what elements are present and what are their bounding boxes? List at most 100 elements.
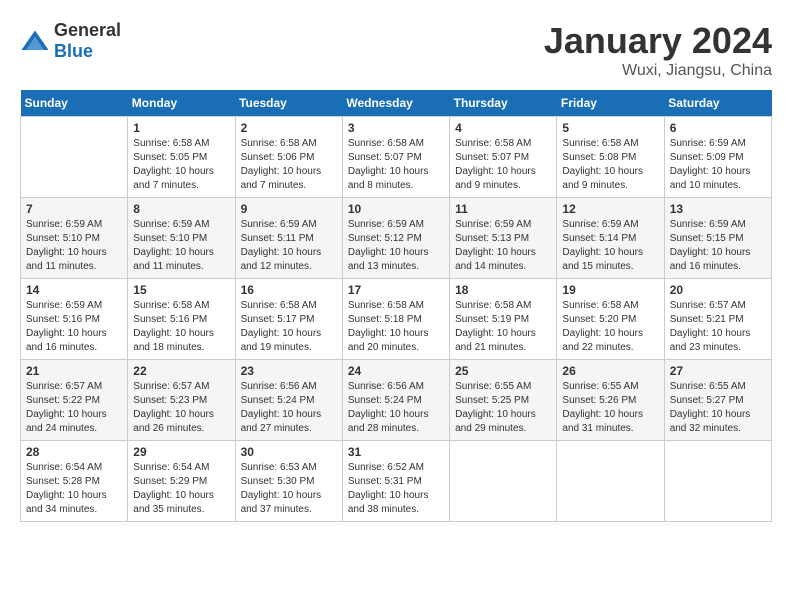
title-block: January 2024 Wuxi, Jiangsu, China [544,20,772,80]
day-info: Sunrise: 6:58 AMSunset: 5:16 PMDaylight:… [133,299,229,355]
day-info: Sunrise: 6:57 AMSunset: 5:21 PMDaylight:… [670,299,766,355]
day-info: Sunrise: 6:59 AMSunset: 5:11 PMDaylight:… [241,218,337,274]
logo-general: General [54,20,121,40]
table-row: 2Sunrise: 6:58 AMSunset: 5:06 PMDaylight… [235,117,342,198]
day-info: Sunrise: 6:56 AMSunset: 5:24 PMDaylight:… [348,380,444,436]
day-info: Sunrise: 6:58 AMSunset: 5:07 PMDaylight:… [348,137,444,193]
day-info: Sunrise: 6:59 AMSunset: 5:13 PMDaylight:… [455,218,551,274]
day-info: Sunrise: 6:55 AMSunset: 5:26 PMDaylight:… [562,380,658,436]
table-row: 27 Sunrise: 6:55 AMSunset: 5:27 PMDayligh… [664,360,771,441]
day-number: 22 [133,364,229,378]
day-number: 1 [133,121,229,135]
day-info: Sunrise: 6:54 AMSunset: 5:28 PMDaylight:… [26,461,122,517]
table-row: 25 Sunrise: 6:55 AMSunset: 5:25 PMDayligh… [450,360,557,441]
table-row [450,441,557,522]
location: Wuxi, Jiangsu, China [544,62,772,80]
day-number: 17 [348,283,444,297]
day-info: Sunrise: 6:58 AMSunset: 5:19 PMDaylight:… [455,299,551,355]
day-number: 24 [348,364,444,378]
calendar-table: Sunday Monday Tuesday Wednesday Thursday… [20,90,772,522]
col-sunday: Sunday [21,90,128,117]
day-number: 27 [670,364,766,378]
day-number: 5 [562,121,658,135]
calendar-header-row: Sunday Monday Tuesday Wednesday Thursday… [21,90,772,117]
day-number: 26 [562,364,658,378]
col-friday: Friday [557,90,664,117]
table-row: 14 Sunrise: 6:59 AMSunset: 5:16 PMDayligh… [21,279,128,360]
day-number: 6 [670,121,766,135]
table-row: 11 Sunrise: 6:59 AMSunset: 5:13 PMDayligh… [450,198,557,279]
day-number: 12 [562,202,658,216]
day-info: Sunrise: 6:59 AMSunset: 5:12 PMDaylight:… [348,218,444,274]
col-saturday: Saturday [664,90,771,117]
col-thursday: Thursday [450,90,557,117]
day-number: 15 [133,283,229,297]
page-header: General Blue January 2024 Wuxi, Jiangsu,… [20,20,772,80]
calendar-week-row: 14 Sunrise: 6:59 AMSunset: 5:16 PMDayligh… [21,279,772,360]
table-row: 23Sunrise: 6:56 AMSunset: 5:24 PMDayligh… [235,360,342,441]
table-row: 22 Sunrise: 6:57 AMSunset: 5:23 PMDayligh… [128,360,235,441]
table-row: 30Sunrise: 6:53 AMSunset: 5:30 PMDayligh… [235,441,342,522]
table-row: 1 Sunrise: 6:58 AMSunset: 5:05 PMDaylight… [128,117,235,198]
table-row: 31Sunrise: 6:52 AMSunset: 5:31 PMDayligh… [342,441,449,522]
table-row [21,117,128,198]
day-info: Sunrise: 6:55 AMSunset: 5:25 PMDaylight:… [455,380,551,436]
day-number: 21 [26,364,122,378]
col-tuesday: Tuesday [235,90,342,117]
day-info: Sunrise: 6:58 AMSunset: 5:05 PMDaylight:… [133,137,229,193]
day-info: Sunrise: 6:57 AMSunset: 5:23 PMDaylight:… [133,380,229,436]
logo-text: General Blue [54,20,121,62]
table-row: 26 Sunrise: 6:55 AMSunset: 5:26 PMDayligh… [557,360,664,441]
day-number: 31 [348,445,444,459]
table-row [664,441,771,522]
day-info: Sunrise: 6:53 AMSunset: 5:30 PMDaylight:… [241,461,337,517]
day-info: Sunrise: 6:58 AMSunset: 5:08 PMDaylight:… [562,137,658,193]
day-number: 16 [241,283,337,297]
table-row: 19Sunrise: 6:58 AMSunset: 5:20 PMDayligh… [557,279,664,360]
day-info: Sunrise: 6:59 AMSunset: 5:10 PMDaylight:… [26,218,122,274]
day-info: Sunrise: 6:54 AMSunset: 5:29 PMDaylight:… [133,461,229,517]
table-row: 13Sunrise: 6:59 AMSunset: 5:15 PMDayligh… [664,198,771,279]
day-number: 9 [241,202,337,216]
table-row: 5 Sunrise: 6:58 AMSunset: 5:08 PMDaylight… [557,117,664,198]
day-number: 14 [26,283,122,297]
day-number: 10 [348,202,444,216]
table-row: 15 Sunrise: 6:58 AMSunset: 5:16 PMDayligh… [128,279,235,360]
table-row: 28 Sunrise: 6:54 AMSunset: 5:28 PMDayligh… [21,441,128,522]
calendar-week-row: 28 Sunrise: 6:54 AMSunset: 5:28 PMDayligh… [21,441,772,522]
day-number: 2 [241,121,337,135]
table-row: 10 Sunrise: 6:59 AMSunset: 5:12 PMDayligh… [342,198,449,279]
table-row: 16 Sunrise: 6:58 AMSunset: 5:17 PMDayligh… [235,279,342,360]
day-info: Sunrise: 6:58 AMSunset: 5:18 PMDaylight:… [348,299,444,355]
table-row: 7 Sunrise: 6:59 AMSunset: 5:10 PMDaylight… [21,198,128,279]
table-row: 21Sunrise: 6:57 AMSunset: 5:22 PMDayligh… [21,360,128,441]
table-row: 29Sunrise: 6:54 AMSunset: 5:29 PMDayligh… [128,441,235,522]
logo: General Blue [20,20,121,62]
table-row: 20 Sunrise: 6:57 AMSunset: 5:21 PMDayligh… [664,279,771,360]
day-number: 28 [26,445,122,459]
table-row: 9 Sunrise: 6:59 AMSunset: 5:11 PMDaylight… [235,198,342,279]
day-number: 25 [455,364,551,378]
day-info: Sunrise: 6:55 AMSunset: 5:27 PMDaylight:… [670,380,766,436]
day-info: Sunrise: 6:59 AMSunset: 5:14 PMDaylight:… [562,218,658,274]
day-info: Sunrise: 6:59 AMSunset: 5:09 PMDaylight:… [670,137,766,193]
calendar-week-row: 1 Sunrise: 6:58 AMSunset: 5:05 PMDaylight… [21,117,772,198]
logo-icon [20,29,50,53]
col-monday: Monday [128,90,235,117]
calendar-week-row: 21Sunrise: 6:57 AMSunset: 5:22 PMDayligh… [21,360,772,441]
day-info: Sunrise: 6:59 AMSunset: 5:16 PMDaylight:… [26,299,122,355]
day-info: Sunrise: 6:58 AMSunset: 5:17 PMDaylight:… [241,299,337,355]
calendar-week-row: 7 Sunrise: 6:59 AMSunset: 5:10 PMDaylight… [21,198,772,279]
day-number: 20 [670,283,766,297]
day-number: 18 [455,283,551,297]
day-number: 3 [348,121,444,135]
table-row: 12 Sunrise: 6:59 AMSunset: 5:14 PMDayligh… [557,198,664,279]
day-info: Sunrise: 6:59 AMSunset: 5:15 PMDaylight:… [670,218,766,274]
table-row: 24 Sunrise: 6:56 AMSunset: 5:24 PMDayligh… [342,360,449,441]
day-number: 11 [455,202,551,216]
col-wednesday: Wednesday [342,90,449,117]
day-number: 7 [26,202,122,216]
table-row: 6 Sunrise: 6:59 AMSunset: 5:09 PMDaylight… [664,117,771,198]
table-row: 4Sunrise: 6:58 AMSunset: 5:07 PMDaylight… [450,117,557,198]
table-row: 8Sunrise: 6:59 AMSunset: 5:10 PMDaylight… [128,198,235,279]
